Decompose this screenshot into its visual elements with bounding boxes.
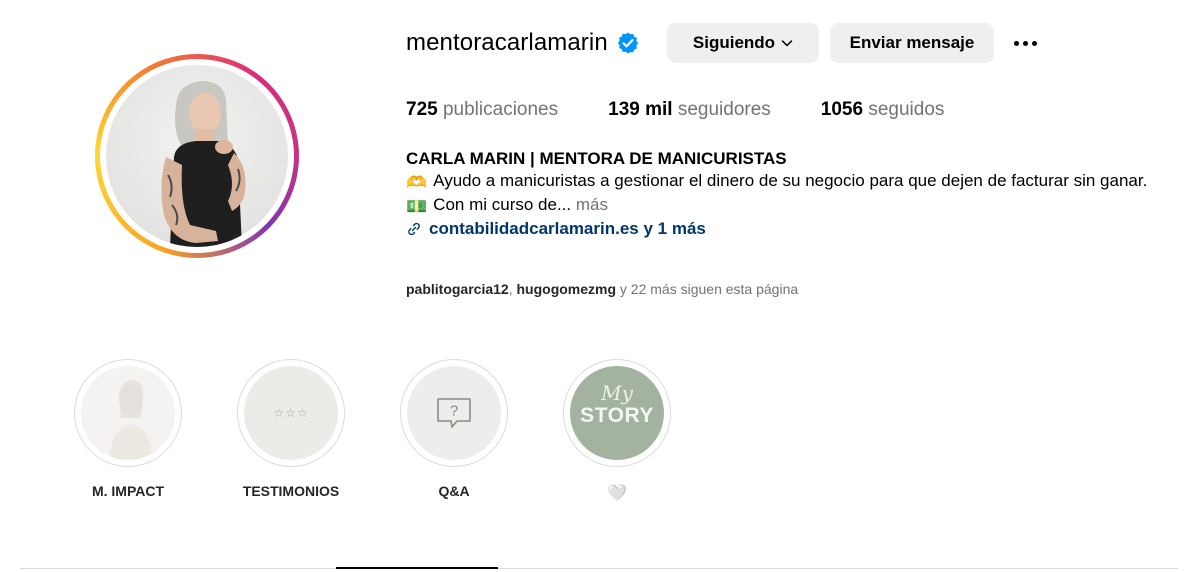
highlight-ring — [74, 359, 182, 467]
followed-by-rest: y 22 más siguen esta página — [616, 281, 799, 297]
highlight-my-story[interactable]: My STORY 🤍 — [547, 359, 687, 502]
tabs-divider — [20, 568, 1178, 569]
bio-link-row[interactable]: contabilidadcarlamarin.es y 1 más — [406, 218, 1166, 240]
verified-badge-icon — [617, 32, 638, 54]
question-bubble-icon: ? — [437, 398, 471, 428]
question-glyph: ? — [450, 403, 458, 420]
profile-username: mentoracarlamarin — [406, 29, 608, 56]
following-button[interactable]: Siguiendo — [667, 23, 819, 63]
highlight-photo — [81, 366, 175, 460]
followed-by-user-2[interactable]: hugogomezmg — [516, 281, 616, 297]
bio-line-2: 💵 Con mi curso de... más — [406, 194, 1166, 218]
posts-label: publicaciones — [442, 99, 559, 120]
profile-full-name: CARLA MARIN | MENTORA DE MANICURISTAS — [406, 149, 787, 168]
send-message-button[interactable]: Enviar mensaje — [830, 23, 994, 63]
active-tab-indicator — [336, 567, 498, 569]
posts-stat: 725 publicaciones — [406, 99, 558, 121]
send-message-label: Enviar mensaje — [849, 33, 975, 52]
highlight-cover: ☆☆☆ — [244, 366, 338, 460]
profile-bio: CARLA MARIN | MENTORA DE MANICURISTAS 🫶 A… — [406, 148, 1166, 240]
bio-website-link[interactable]: contabilidadcarlamarin.es y 1 más — [429, 218, 706, 240]
story-cover-text: STORY — [580, 404, 654, 427]
followers-count: 139 mil — [608, 99, 673, 120]
followers-label: seguidores — [677, 99, 771, 120]
highlight-m-impact[interactable]: M. IMPACT — [58, 359, 198, 501]
highlight-label: Q&A — [438, 483, 470, 499]
highlight-qa[interactable]: ? Q&A — [384, 359, 524, 501]
posts-count: 725 — [406, 99, 438, 120]
followers-stat[interactable]: 139 mil seguidores — [608, 99, 771, 121]
link-icon — [408, 222, 420, 236]
stars-icon: ☆☆☆ — [273, 406, 309, 420]
avatar — [106, 65, 288, 247]
white-heart-icon: 🤍 — [607, 485, 627, 502]
avatar-inner — [100, 59, 294, 253]
avatar-photo-illustration — [161, 81, 246, 247]
bio-line-2-text: Con mi curso de... — [433, 195, 572, 214]
profile-avatar-ring[interactable] — [95, 54, 299, 258]
highlight-cover: My STORY — [570, 366, 664, 460]
chevron-down-icon — [781, 40, 793, 47]
bio-line-1: 🫶 Ayudo a manicuristas a gestionar el din… — [406, 170, 1166, 194]
highlight-label: TESTIMONIOS — [242, 483, 340, 499]
story-script-text: My — [601, 381, 633, 405]
following-label: seguidos — [868, 99, 945, 120]
highlight-cover: ? — [407, 366, 501, 460]
highlight-ring: My STORY — [563, 359, 671, 467]
followed-by[interactable]: pablitogarcia12, hugogomezmg y 22 más si… — [406, 281, 798, 297]
following-button-label: Siguiendo — [692, 33, 776, 52]
highlight-cover — [81, 366, 175, 460]
highlight-label: M. IMPACT — [91, 483, 165, 499]
highlight-ring: ☆☆☆ — [237, 359, 345, 467]
more-options-icon[interactable] — [1008, 31, 1042, 55]
money-icon: 💵 — [406, 197, 428, 216]
followed-by-user-1[interactable]: pablitogarcia12 — [406, 281, 509, 297]
following-count: 1056 — [820, 99, 864, 120]
profile-stats: 725 publicaciones 139 mil seguidores 105… — [406, 99, 994, 121]
highlight-testimonios[interactable]: ☆☆☆ TESTIMONIOS — [221, 359, 361, 501]
bio-line-1-text: Ayudo a manicuristas a gestionar el dine… — [433, 171, 1148, 190]
heart-hands-icon: 🫶 — [406, 173, 428, 192]
username-row: mentoracarlamarin — [406, 22, 640, 64]
bio-more-link[interactable]: más — [576, 195, 608, 214]
following-stat[interactable]: 1056 seguidos — [821, 99, 945, 121]
highlight-ring: ? — [400, 359, 508, 467]
